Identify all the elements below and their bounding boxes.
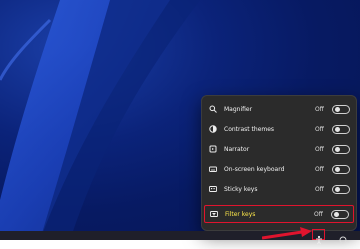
- contrast-themes-label: Contrast themes: [224, 125, 275, 133]
- on-screen-keyboard-label: On-screen keyboard: [224, 165, 285, 173]
- filter-keys-state: Off: [314, 210, 323, 218]
- on-screen-keyboard-toggle[interactable]: [332, 164, 350, 174]
- narrator-icon: [208, 144, 218, 154]
- contrast-icon: [208, 124, 218, 134]
- magnifier-toggle[interactable]: [332, 104, 350, 114]
- filter-keys-label: Filter keys: [225, 210, 256, 218]
- narrator-state: Off: [315, 145, 324, 153]
- filter-keys-row[interactable]: Filter keys Off: [204, 205, 354, 223]
- narrator-label: Narrator: [224, 145, 250, 153]
- magnifier-icon: [208, 104, 218, 114]
- accessibility-icon[interactable]: [314, 230, 324, 245]
- accessibility-flyout: Magnifier Off Contrast themes Off Narrat…: [201, 95, 357, 231]
- filter-keys-toggle[interactable]: [331, 209, 349, 219]
- contrast-themes-toggle[interactable]: [332, 124, 350, 134]
- sticky-keys-label: Sticky keys: [224, 185, 258, 193]
- contrast-themes-state: Off: [315, 125, 324, 133]
- contrast-themes-row[interactable]: Contrast themes Off: [204, 120, 354, 138]
- annotation-arrow: [262, 227, 312, 240]
- on-screen-keyboard-state: Off: [315, 165, 324, 173]
- narrator-toggle[interactable]: [332, 144, 350, 154]
- filter-keys-icon: [209, 209, 219, 219]
- narrator-row[interactable]: Narrator Off: [204, 140, 354, 158]
- sticky-keys-state: Off: [315, 185, 324, 193]
- keyboard-icon: [208, 164, 218, 174]
- sticky-keys-toggle[interactable]: [332, 184, 350, 194]
- sticky-keys-icon: [208, 184, 218, 194]
- magnifier-state: Off: [315, 105, 324, 113]
- magnifier-label: Magnifier: [224, 105, 253, 113]
- magnifier-row[interactable]: Magnifier Off: [204, 100, 354, 118]
- on-screen-keyboard-row[interactable]: On-screen keyboard Off: [204, 160, 354, 178]
- sticky-keys-row[interactable]: Sticky keys Off: [204, 180, 354, 198]
- notification-icon[interactable]: [338, 230, 348, 244]
